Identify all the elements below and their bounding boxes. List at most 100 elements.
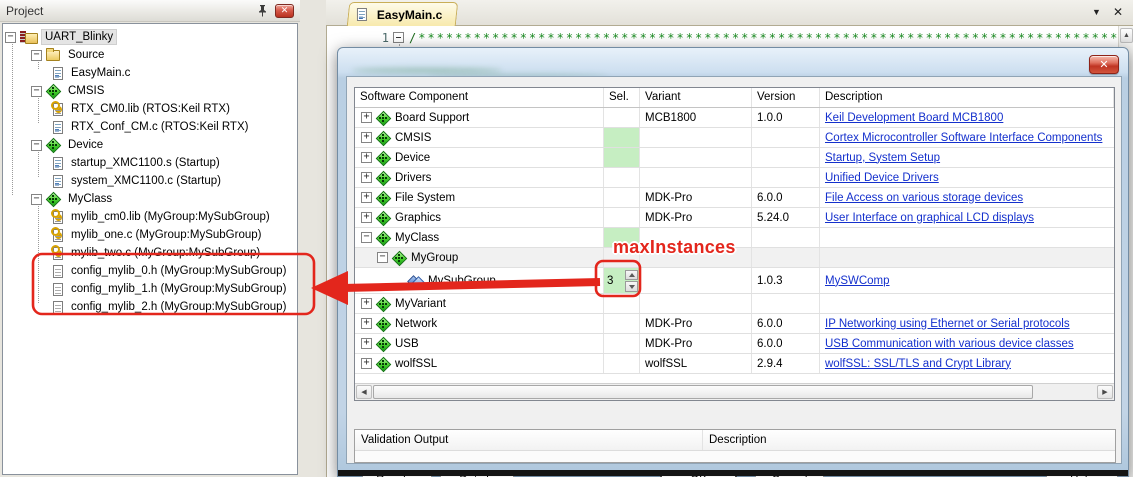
code-line-1: 1 /*************************************…: [327, 30, 1118, 46]
close-document-icon[interactable]: ✕: [1113, 5, 1123, 19]
editor-tab-bar: EasyMain.c ▼ ✕: [326, 0, 1133, 26]
description-link[interactable]: Keil Development Board MCB1800: [825, 112, 1003, 124]
panel-close-icon[interactable]: ✕: [275, 4, 294, 18]
version-cell: [752, 148, 820, 167]
expand-toggle-icon[interactable]: +: [361, 318, 372, 329]
tree-item-mylib-cm0-lib-mygroup-mysubgroup[interactable]: mylib_cm0.lib (MyGroup:MySubGroup): [3, 208, 297, 226]
spinner-down-icon[interactable]: [625, 281, 638, 292]
variant-cell: MDK-Pro: [640, 314, 752, 333]
expand-toggle-icon[interactable]: −: [31, 86, 42, 97]
variant-cell: [640, 268, 752, 293]
tree-item-label: config_mylib_1.h (MyGroup:MySubGroup): [68, 282, 289, 296]
code-fold-toggle[interactable]: [393, 32, 404, 43]
pin-icon[interactable]: [255, 3, 269, 18]
component-row-usb[interactable]: +USBMDK-Pro6.0.0USB Communication with v…: [355, 334, 1114, 354]
expand-toggle-icon[interactable]: +: [361, 298, 372, 309]
tab-list-dropdown-icon[interactable]: ▼: [1092, 7, 1101, 17]
expand-toggle-icon[interactable]: +: [361, 132, 372, 143]
sel-cell: [604, 314, 640, 333]
description-link[interactable]: MySWComp: [825, 275, 890, 287]
tree-item-cmsis[interactable]: −CMSIS: [3, 82, 297, 100]
component-row-cmsis[interactable]: + CMSIS Cortex Microcontroller Software In…: [355, 128, 1114, 148]
component-name-label: USB: [395, 338, 419, 350]
component-row-drivers[interactable]: +DriversUnified Device Drivers: [355, 168, 1114, 188]
version-cell: 6.0.0: [752, 188, 820, 207]
variant-cell: MDK-Pro: [640, 188, 752, 207]
expand-toggle-icon[interactable]: +: [361, 192, 372, 203]
col-variant[interactable]: Variant: [640, 88, 752, 107]
scroll-left-arrow-icon[interactable]: ◀: [356, 385, 372, 399]
component-row-network[interactable]: +NetworkMDK-Pro6.0.0IP Networking using …: [355, 314, 1114, 334]
spinner-up-icon[interactable]: [625, 270, 638, 281]
expand-toggle-icon[interactable]: +: [361, 212, 372, 223]
scroll-up-arrow-icon[interactable]: ▲: [1120, 28, 1133, 43]
tree-item-mylib-one-c-mygroup-mysubgroup[interactable]: mylib_one.c (MyGroup:MySubGroup): [3, 226, 297, 244]
description-link[interactable]: Startup, System Setup: [825, 152, 940, 164]
component-row-mysubgroup[interactable]: MySubGroup31.0.3MySWComp: [355, 268, 1114, 294]
max-instances-spinner[interactable]: 3: [604, 268, 640, 293]
component-name-cell: +Network: [355, 314, 604, 333]
scroll-right-arrow-icon[interactable]: ▶: [1097, 385, 1113, 399]
spinner-buttons[interactable]: [625, 270, 638, 292]
component-row-wolfssl[interactable]: +wolfSSLwolfSSL2.9.4wolfSSL: SSL/TLS and…: [355, 354, 1114, 374]
validation-output-header: Validation Output: [355, 430, 703, 450]
expand-toggle-icon[interactable]: +: [361, 338, 372, 349]
tree-item-config-mylib-0-h-mygroup-mysubgroup[interactable]: config_mylib_0.h (MyGroup:MySubGroup): [3, 262, 297, 280]
file-icon: [53, 67, 63, 80]
description-link[interactable]: IP Networking using Ethernet or Serial p…: [825, 318, 1070, 330]
component-name-label: CMSIS: [395, 132, 431, 144]
file-config-icon: [53, 265, 63, 278]
component-row-file-system[interactable]: +File SystemMDK-Pro6.0.0File Access on v…: [355, 188, 1114, 208]
tree-item-config-mylib-2-h-mygroup-mysubgroup[interactable]: config_mylib_2.h (MyGroup:MySubGroup): [3, 298, 297, 316]
tree-item-rtx-conf-cm-c-rtos-keil-rtx[interactable]: RTX_Conf_CM.c (RTOS:Keil RTX): [3, 118, 297, 136]
sel-cell: [604, 128, 640, 147]
version-cell: [752, 128, 820, 147]
description-link[interactable]: USB Communication with various device cl…: [825, 338, 1074, 350]
tree-item-rtx-cm0-lib-rtos-keil-rtx[interactable]: RTX_CM0.lib (RTOS:Keil RTX): [3, 100, 297, 118]
expand-toggle-icon[interactable]: −: [31, 140, 42, 151]
tree-item-uart-blinky[interactable]: − UART_Blinky: [3, 28, 297, 46]
component-row-board-support[interactable]: +Board SupportMCB18001.0.0Keil Developme…: [355, 108, 1114, 128]
expand-toggle-icon[interactable]: −: [31, 50, 42, 61]
tree-item-device[interactable]: −Device: [3, 136, 297, 154]
tree-item-mylib-two-c-mygroup-mysubgroup[interactable]: mylib_two.c (MyGroup:MySubGroup): [3, 244, 297, 262]
expand-toggle-icon[interactable]: −: [5, 32, 16, 43]
expand-toggle-icon[interactable]: +: [361, 358, 372, 369]
expand-toggle-icon[interactable]: −: [377, 252, 388, 263]
component-row-device[interactable]: +DeviceStartup, System Setup: [355, 148, 1114, 168]
expand-toggle-icon[interactable]: −: [31, 194, 42, 205]
col-description[interactable]: Description: [820, 88, 1114, 107]
tree-item-label: UART_Blinky: [41, 29, 117, 45]
expand-toggle-icon[interactable]: +: [361, 172, 372, 183]
expand-toggle-icon[interactable]: +: [361, 152, 372, 163]
description-cell: [820, 248, 1114, 267]
expand-toggle-icon[interactable]: +: [361, 112, 372, 123]
description-link[interactable]: User Interface on graphical LCD displays: [825, 212, 1034, 224]
table-horizontal-scrollbar[interactable]: ◀ ▶: [355, 383, 1114, 400]
col-sel[interactable]: Sel.: [604, 88, 640, 107]
component-row-mygroup[interactable]: −MyGroup: [355, 248, 1114, 268]
tree-item-source[interactable]: −Source: [3, 46, 297, 64]
col-software-component[interactable]: Software Component: [355, 88, 604, 107]
description-link[interactable]: File Access on various storage devices: [825, 192, 1023, 204]
description-cell: [820, 294, 1114, 313]
tree-item-myclass[interactable]: −MyClass: [3, 190, 297, 208]
component-row-graphics[interactable]: +GraphicsMDK-Pro5.24.0User Interface on …: [355, 208, 1114, 228]
file-key-icon: [53, 229, 63, 242]
col-version[interactable]: Version: [752, 88, 820, 107]
dialog-close-icon[interactable]: ✕: [1089, 55, 1119, 74]
expand-toggle-icon[interactable]: −: [361, 232, 372, 243]
description-link[interactable]: Cortex Microcontroller Software Interfac…: [825, 132, 1102, 144]
tree-item-system-xmc1100-c-startup[interactable]: system_XMC1100.c (Startup): [3, 172, 297, 190]
sel-cell: [604, 148, 640, 167]
description-link[interactable]: Unified Device Drivers: [825, 172, 939, 184]
description-link[interactable]: wolfSSL: SSL/TLS and Crypt Library: [825, 358, 1011, 370]
tree-item-config-mylib-1-h-mygroup-mysubgroup[interactable]: config_mylib_1.h (MyGroup:MySubGroup): [3, 280, 297, 298]
component-row-myvariant[interactable]: +MyVariant: [355, 294, 1114, 314]
tree-item-easymain-c[interactable]: EasyMain.c: [3, 64, 297, 82]
scrollbar-thumb[interactable]: [373, 385, 1033, 399]
component-row-myclass[interactable]: −MyClass: [355, 228, 1114, 248]
tree-item-startup-xmc1100-s-startup[interactable]: startup_XMC1100.s (Startup): [3, 154, 297, 172]
tab-easymain[interactable]: EasyMain.c: [347, 2, 459, 26]
description-cell: File Access on various storage devices: [820, 188, 1114, 207]
